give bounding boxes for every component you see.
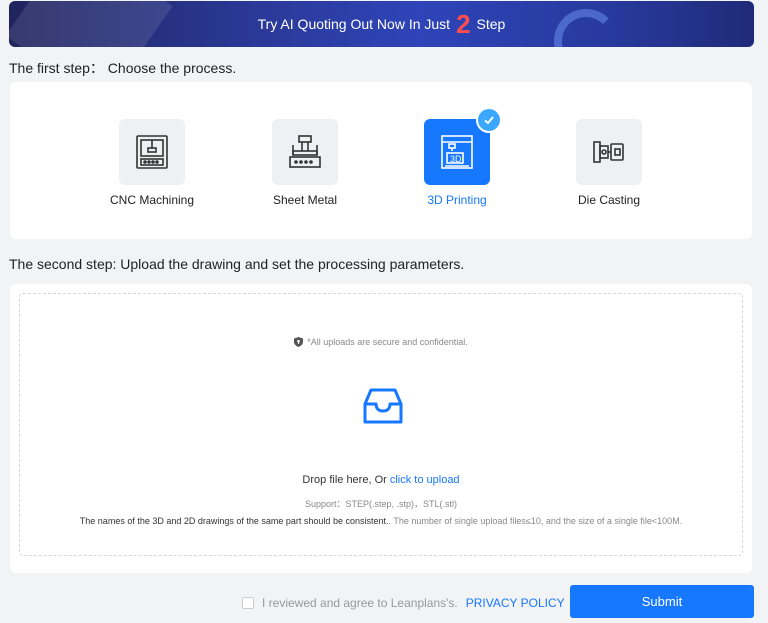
- svg-text:3D: 3D: [450, 154, 462, 164]
- process-icon-box: [119, 119, 185, 185]
- privacy-agreement: I reviewed and agree to Leanplans's. PRI…: [242, 596, 565, 610]
- promo-banner: Try AI Quoting Out Now In Just 2 Step: [9, 1, 754, 47]
- process-label: 3D Printing: [427, 193, 487, 207]
- die-casting-icon: [593, 141, 624, 163]
- process-icon-box: 3D: [424, 107, 502, 185]
- banner-decoration-ring: [554, 9, 618, 47]
- process-option-die-casting[interactable]: Die Casting: [534, 119, 684, 207]
- submit-button[interactable]: Submit: [570, 585, 754, 618]
- banner-decoration: [9, 1, 173, 47]
- process-label: CNC Machining: [109, 193, 195, 207]
- privacy-policy-link[interactable]: PRIVACY POLICY: [466, 596, 565, 610]
- cnc-machine-icon: [136, 135, 168, 169]
- click-to-upload-link[interactable]: click to upload: [390, 474, 460, 486]
- process-selector: CNC Machining Sheet Metal 3D 3D Printing…: [10, 82, 752, 239]
- upload-rules: The names of the 3D and 2D drawings of t…: [10, 516, 752, 526]
- limit-rule: . The number of single upload files≤10, …: [388, 516, 683, 526]
- supported-formats: Support：STEP(.step, .stp)，STL(.stl): [304, 499, 458, 509]
- banner-text: Try AI Quoting Out Now In Just 2 Step: [258, 11, 506, 37]
- banner-step-count: 2: [456, 9, 471, 39]
- banner-text-before: Try AI Quoting Out Now In Just: [257, 16, 451, 32]
- upload-panel: *All uploads are secure and confidential…: [10, 284, 752, 573]
- process-option-sheet-metal[interactable]: Sheet Metal: [230, 119, 380, 207]
- drop-instructions: Drop file here, Or click to upload: [20, 474, 742, 486]
- selected-check-icon: [476, 107, 502, 133]
- 3d-printer-icon: 3D: [441, 135, 473, 169]
- agree-text: I reviewed and agree to Leanplans's.: [262, 596, 458, 610]
- drop-text: Drop file here, Or: [302, 474, 390, 486]
- process-option-3d-printing[interactable]: 3D 3D Printing: [382, 107, 532, 207]
- process-icon-box: [576, 119, 642, 185]
- process-label: Sheet Metal: [272, 193, 338, 207]
- sheet-metal-icon: [289, 135, 321, 168]
- shield-icon: [294, 337, 304, 347]
- inbox-upload-icon[interactable]: [362, 386, 404, 426]
- agree-checkbox[interactable]: [242, 597, 254, 609]
- banner-text-after: Step: [476, 16, 506, 32]
- file-dropzone[interactable]: *All uploads are secure and confidential…: [19, 293, 743, 556]
- secure-notice: *All uploads are secure and confidential…: [20, 337, 742, 347]
- step1-title: The first step： Choose the process.: [9, 60, 237, 76]
- process-icon-box: [272, 119, 338, 185]
- secure-text: *All uploads are secure and confidential…: [307, 337, 468, 347]
- naming-rule: The names of the 3D and 2D drawings of t…: [79, 516, 389, 526]
- process-label: Die Casting: [577, 193, 641, 207]
- step2-title: The second step: Upload the drawing and …: [9, 256, 465, 272]
- process-option-cnc[interactable]: CNC Machining: [77, 119, 227, 207]
